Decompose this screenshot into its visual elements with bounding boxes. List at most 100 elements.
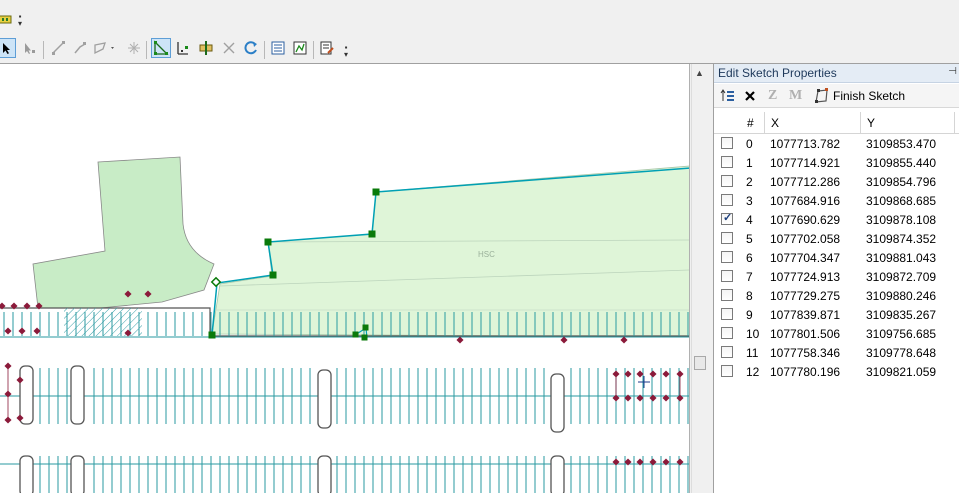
parking-island bbox=[19, 365, 34, 425]
column-header-y[interactable]: Y bbox=[867, 116, 875, 130]
table-row[interactable]: 0 1077713.782 3109853.470 bbox=[714, 134, 959, 153]
edit-sketch-icon[interactable] bbox=[151, 38, 171, 58]
vertex-checkbox[interactable] bbox=[721, 308, 733, 320]
sketch-properties-icon[interactable] bbox=[290, 38, 310, 58]
table-row[interactable]: 12 1077780.196 3109821.059 bbox=[714, 362, 959, 381]
cursor-cross bbox=[638, 376, 650, 388]
table-row[interactable]: 3 1077684.916 3109868.685 bbox=[714, 191, 959, 210]
vertex-checkbox[interactable] bbox=[721, 211, 733, 225]
layer-icon[interactable] bbox=[0, 10, 16, 30]
delete-vertex-icon[interactable] bbox=[743, 87, 757, 105]
edit-sketch-properties-panel: Edit Sketch Properties ⊣ Z M Finish Sket… bbox=[713, 64, 959, 493]
vertex-index: 2 bbox=[746, 175, 753, 189]
table-row[interactable]: 2 1077712.286 3109854.796 bbox=[714, 172, 959, 191]
attributes-icon[interactable] bbox=[268, 38, 288, 58]
hsc-polygon bbox=[211, 165, 689, 338]
create-features-icon[interactable] bbox=[317, 38, 337, 58]
table-row[interactable]: 4 1077690.629 3109878.108 bbox=[714, 210, 959, 229]
map-vertical-scrollbar[interactable]: ▲ bbox=[691, 64, 708, 493]
scroll-thumb[interactable] bbox=[694, 356, 706, 370]
vertex-index: 11 bbox=[746, 346, 759, 360]
map-canvas[interactable]: HSC bbox=[0, 64, 690, 493]
parking-island bbox=[317, 369, 332, 429]
point-feature bbox=[456, 336, 464, 344]
vertex-index: 5 bbox=[746, 232, 753, 246]
vertex-x: 1077839.871 bbox=[770, 308, 841, 322]
toolbar-overflow-icon[interactable]: ▪ ▾ bbox=[342, 44, 350, 59]
table-row[interactable]: 1 1077714.921 3109855.440 bbox=[714, 153, 959, 172]
trace-icon[interactable] bbox=[70, 38, 90, 58]
sketch-vertex bbox=[368, 230, 376, 238]
straight-segment-icon[interactable] bbox=[48, 38, 68, 58]
scroll-up-icon[interactable]: ▲ bbox=[695, 68, 704, 78]
parking-island bbox=[317, 455, 332, 493]
vertex-index: 6 bbox=[746, 251, 753, 265]
vertex-checkbox[interactable] bbox=[721, 156, 733, 168]
point-feature bbox=[4, 327, 12, 335]
edit-vertices-icon[interactable] bbox=[20, 38, 40, 58]
rotate-icon[interactable] bbox=[241, 38, 261, 58]
polygon-label: HSC bbox=[478, 250, 495, 259]
vertex-y: 3109878.108 bbox=[866, 213, 937, 227]
vertex-index: 3 bbox=[746, 194, 753, 208]
point-feature bbox=[560, 336, 568, 344]
vertex-y: 3109880.246 bbox=[866, 289, 937, 303]
vertex-x: 1077712.286 bbox=[770, 175, 841, 189]
topology-edit-icon[interactable] bbox=[173, 38, 193, 58]
z-toggle-button[interactable]: Z bbox=[768, 87, 777, 105]
vertex-x: 1077724.913 bbox=[770, 270, 841, 284]
toolbar-overflow-icon[interactable]: ▪ ▾ bbox=[16, 13, 24, 28]
parking-island bbox=[70, 455, 85, 493]
select-arrow-icon[interactable] bbox=[0, 38, 16, 58]
parking-island bbox=[19, 455, 34, 493]
vertex-checkbox[interactable] bbox=[721, 175, 733, 187]
pin-icon[interactable]: ⊣ bbox=[948, 66, 957, 77]
split-icon[interactable] bbox=[196, 38, 216, 58]
building-polygon bbox=[32, 156, 215, 309]
map-view[interactable]: HSC bbox=[0, 64, 690, 493]
table-row[interactable]: 11 1077758.346 3109778.648 bbox=[714, 343, 959, 362]
table-row[interactable]: 9 1077839.871 3109835.267 bbox=[714, 305, 959, 324]
vertex-y: 3109756.685 bbox=[866, 327, 937, 341]
vertex-y: 3109855.440 bbox=[866, 156, 937, 170]
vertex-x: 1077702.058 bbox=[770, 232, 841, 246]
toolbar-area: ▪ ▾ ▪ ▾ bbox=[0, 0, 959, 64]
finish-sketch-button[interactable]: Finish Sketch bbox=[814, 87, 905, 105]
vertex-index: 8 bbox=[746, 289, 753, 303]
vertex-x: 1077758.346 bbox=[770, 346, 841, 360]
table-row[interactable]: 6 1077704.347 3109881.043 bbox=[714, 248, 959, 267]
sketch-vertex bbox=[372, 188, 380, 196]
table-row[interactable]: 10 1077801.506 3109756.685 bbox=[714, 324, 959, 343]
vertex-checkbox[interactable] bbox=[721, 137, 733, 149]
vertex-y: 3109835.267 bbox=[866, 308, 937, 322]
vertex-y: 3109868.685 bbox=[866, 194, 937, 208]
table-row[interactable]: 8 1077729.275 3109880.246 bbox=[714, 286, 959, 305]
vertex-checkbox[interactable] bbox=[721, 365, 733, 377]
vertex-checkbox[interactable] bbox=[721, 270, 733, 282]
vertex-index: 10 bbox=[746, 327, 760, 341]
column-header-x[interactable]: X bbox=[771, 116, 779, 130]
point-feature bbox=[620, 336, 628, 344]
vertex-checkbox[interactable] bbox=[721, 232, 733, 244]
m-toggle-button[interactable]: M bbox=[789, 87, 802, 105]
vertex-list-icon[interactable] bbox=[720, 87, 736, 105]
vertex-checkbox[interactable] bbox=[721, 327, 733, 339]
cut-polygons-icon[interactable] bbox=[124, 38, 144, 58]
delete-icon[interactable] bbox=[219, 38, 239, 58]
point-feature bbox=[33, 327, 41, 335]
reshape-icon[interactable] bbox=[92, 38, 118, 58]
vertex-index: 0 bbox=[746, 137, 753, 151]
vertex-checkbox[interactable] bbox=[721, 194, 733, 206]
vertex-checkbox[interactable] bbox=[721, 346, 733, 358]
vertex-checkbox[interactable] bbox=[721, 289, 733, 301]
panel-title: Edit Sketch Properties bbox=[714, 64, 959, 83]
sketch-vertex bbox=[208, 331, 216, 339]
column-header-index[interactable]: # bbox=[747, 116, 754, 130]
table-row[interactable]: 5 1077702.058 3109874.352 bbox=[714, 229, 959, 248]
table-row[interactable]: 7 1077724.913 3109872.709 bbox=[714, 267, 959, 286]
vertex-y: 3109874.352 bbox=[866, 232, 937, 246]
vertex-x: 1077729.275 bbox=[770, 289, 841, 303]
sketch-vertex bbox=[264, 238, 272, 246]
vertex-checkbox[interactable] bbox=[721, 251, 733, 263]
vertex-x: 1077704.347 bbox=[770, 251, 841, 265]
